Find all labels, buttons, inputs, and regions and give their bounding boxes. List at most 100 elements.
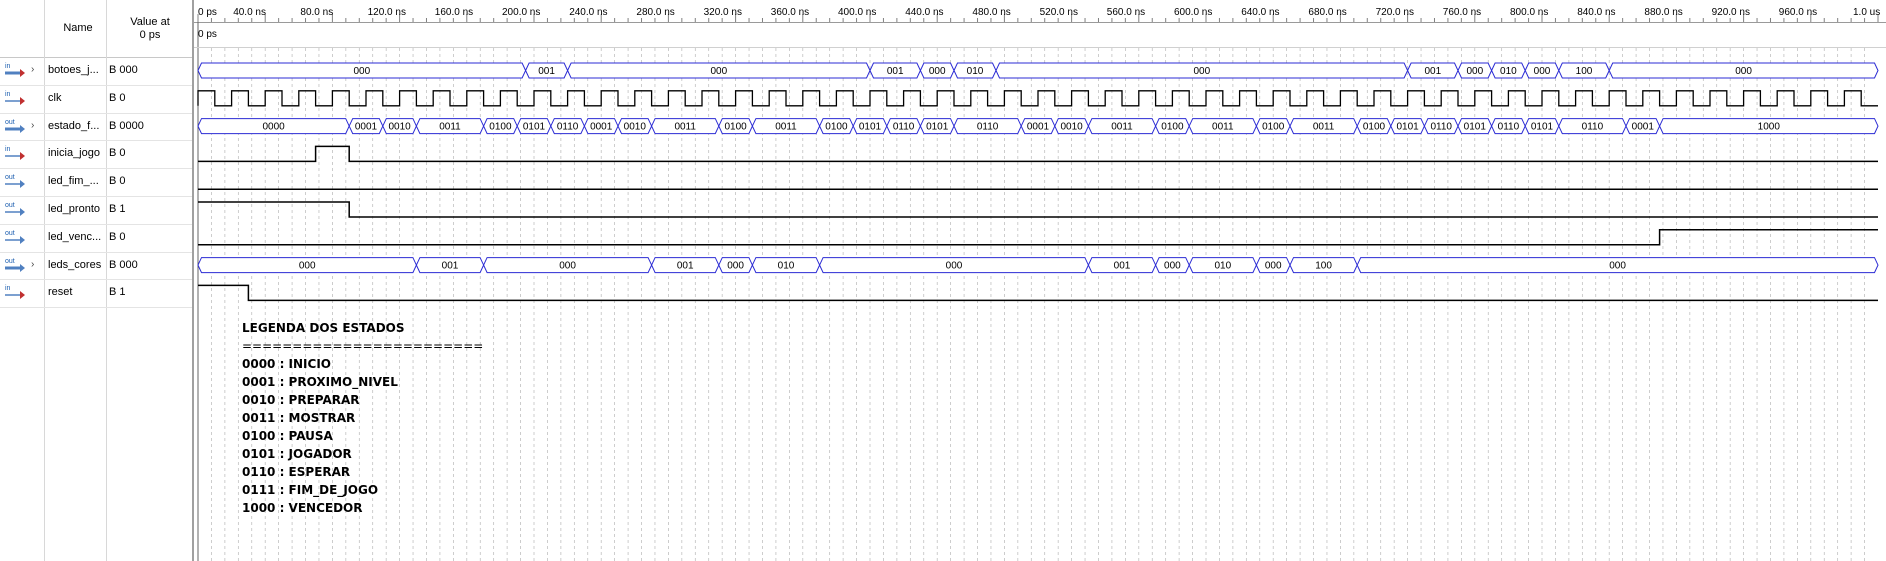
bus-value-label: 010 <box>778 261 795 272</box>
bus-value-label: 001 <box>1114 261 1131 272</box>
signal-row[interactable]: out led_pronto B 1 <box>0 196 192 223</box>
signal-name: botoes_j... <box>48 64 99 76</box>
signal-row[interactable]: in reset B 1 <box>0 279 192 306</box>
bus-value-label: 100 <box>1576 66 1593 77</box>
ruler-tick-label: 640.0 ns <box>1241 7 1279 18</box>
signal-row[interactable]: out led_fim_... B 0 <box>0 168 192 195</box>
legend-line: 1000 : VENCEDOR <box>242 501 363 515</box>
signal-name: led_fim_... <box>48 175 99 188</box>
legend-line: 0111 : FIM_DE_JOGO <box>242 483 379 497</box>
bus-value-label: 0101 <box>926 122 949 133</box>
ruler-end-label: 1.0 us <box>1853 7 1880 18</box>
value-column-header[interactable]: Value at 0 ps <box>112 16 188 42</box>
expand-chevron-icon[interactable]: › <box>31 259 34 270</box>
ruler-tick-label: 440.0 ns <box>905 7 943 18</box>
name-column-header[interactable]: Name <box>48 22 108 34</box>
signal-row[interactable]: out led_venc... B 0 <box>0 224 192 251</box>
legend-lines: 0000 : INICIO 0001 : PROXIMO_NIVEL 0010 : … <box>242 355 483 517</box>
bus-value-label: 0011 <box>775 122 797 133</box>
output-pin-icon: out <box>5 258 25 272</box>
bit-trace <box>198 284 1878 302</box>
ruler-tick-label: 600.0 ns <box>1174 7 1212 18</box>
expand-chevron-icon[interactable]: › <box>31 64 34 75</box>
signal-value: B 0 <box>109 147 126 160</box>
state-legend: LEGENDA DOS ESTADOS ====================… <box>242 319 483 517</box>
bit-trace <box>198 229 1878 246</box>
svg-text:in: in <box>5 285 11 292</box>
bus-value-label: 010 <box>1214 261 1231 272</box>
bus-value-label: 001 <box>677 261 694 272</box>
bus-value-label: 000 <box>1534 66 1551 77</box>
bus-value-label: 0010 <box>388 122 411 133</box>
bus-value-label: 001 <box>887 66 904 77</box>
signal-value: B 000 <box>109 258 138 271</box>
bus-value-label: 0011 <box>1111 122 1133 133</box>
bus-value-label: 0110 <box>1582 122 1604 133</box>
bus-value-label: 000 <box>1193 66 1210 77</box>
legend-line: 0010 : PREPARAR <box>242 393 360 407</box>
bus-value-label: 0101 <box>859 122 882 133</box>
bus-value-label: 000 <box>1735 66 1752 77</box>
bus-value-label: 0100 <box>489 122 512 133</box>
signal-value: B 0 <box>109 175 126 188</box>
bus-value-label: 000 <box>1265 261 1282 272</box>
ruler-tick-label: 160.0 ns <box>435 7 473 18</box>
bus-value-label: 0010 <box>1060 122 1083 133</box>
bus-value-label: 0101 <box>1464 122 1487 133</box>
signal-name-panel: Name Value at 0 ps in › botoes_j... B 000 in… <box>0 0 194 561</box>
legend-separator: ======================== <box>242 339 484 353</box>
signal-row[interactable]: in clk B 0 <box>0 85 192 112</box>
waveform-bit <box>198 201 1878 218</box>
bus-value-label: 0101 <box>1396 122 1419 133</box>
row-divider <box>0 307 192 309</box>
value-header-line2: 0 ps <box>139 29 161 41</box>
svg-text:out: out <box>5 174 15 181</box>
expand-chevron-icon[interactable]: › <box>31 120 34 131</box>
bus-value-label: 000 <box>727 261 744 272</box>
input-pin-icon: in <box>5 63 25 77</box>
bus-value-label: 000 <box>929 66 946 77</box>
waveform-bus: 000 001 000 001 000 010 000 001 000 010 000 100 000 <box>197 257 1879 274</box>
bus-value-label: 0110 <box>1430 122 1452 133</box>
svg-text:out: out <box>5 230 15 237</box>
waveform-bit <box>198 284 1878 302</box>
signal-row[interactable]: in › botoes_j... B 000 <box>0 57 192 84</box>
signal-value: B 000 <box>109 64 138 76</box>
bus-value-label: 100 <box>1315 261 1332 272</box>
input-pin-icon: in <box>5 146 25 161</box>
ruler-tick-label: 240.0 ns <box>569 7 607 18</box>
bus-value-label: 0110 <box>1498 122 1520 133</box>
bus-value-label: 0110 <box>893 122 915 133</box>
waveform-bus: 0000 0001 0010 0011 0100 0101 0110 0001 0010 0011… <box>197 118 1879 135</box>
ruler-tick-label: 40.0 ns <box>233 7 266 18</box>
ruler-tick-label: 960.0 ns <box>1779 7 1817 18</box>
bus-value-label: 0110 <box>557 122 579 133</box>
svg-text:out: out <box>5 119 15 126</box>
bus-value-label: 0101 <box>523 122 546 133</box>
legend-line: 0110 : ESPERAR <box>242 465 351 479</box>
signal-row[interactable]: in inicia_jogo B 0 <box>0 140 192 167</box>
svg-text:in: in <box>5 91 11 98</box>
bus-value-label: 001 <box>442 261 459 272</box>
signal-row[interactable]: out › estado_f... B 0000 <box>0 113 192 140</box>
legend-title: LEGENDA DOS ESTADOS <box>242 321 405 335</box>
signal-name: estado_f... <box>48 119 100 132</box>
ruler-tick-label: 800.0 ns <box>1510 7 1548 18</box>
value-header-line1: Value at <box>130 16 170 28</box>
bus-value-label: 0100 <box>825 122 848 133</box>
signal-row[interactable]: out › leds_cores B 000 <box>0 252 192 279</box>
ruler-tick-label: 720.0 ns <box>1376 7 1414 18</box>
signal-value: B 1 <box>109 286 126 299</box>
signal-name: led_pronto <box>48 203 100 215</box>
legend-line: 0101 : JOGADOR <box>242 447 352 461</box>
bus-value-label: 000 <box>1466 66 1483 77</box>
ruler-tick-label: 200.0 ns <box>502 7 540 18</box>
signal-name: leds_cores <box>48 258 102 271</box>
ruler-tick-label: 560.0 ns <box>1107 7 1145 18</box>
bus-value-label: 0100 <box>1363 122 1386 133</box>
bus-value-label: 0100 <box>1262 122 1285 133</box>
bus-value-label: 0001 <box>355 122 378 133</box>
bus-value-label: 000 <box>353 66 370 77</box>
bus-value-label: 1000 <box>1758 122 1781 133</box>
bus-value-label: 000 <box>1164 261 1181 272</box>
